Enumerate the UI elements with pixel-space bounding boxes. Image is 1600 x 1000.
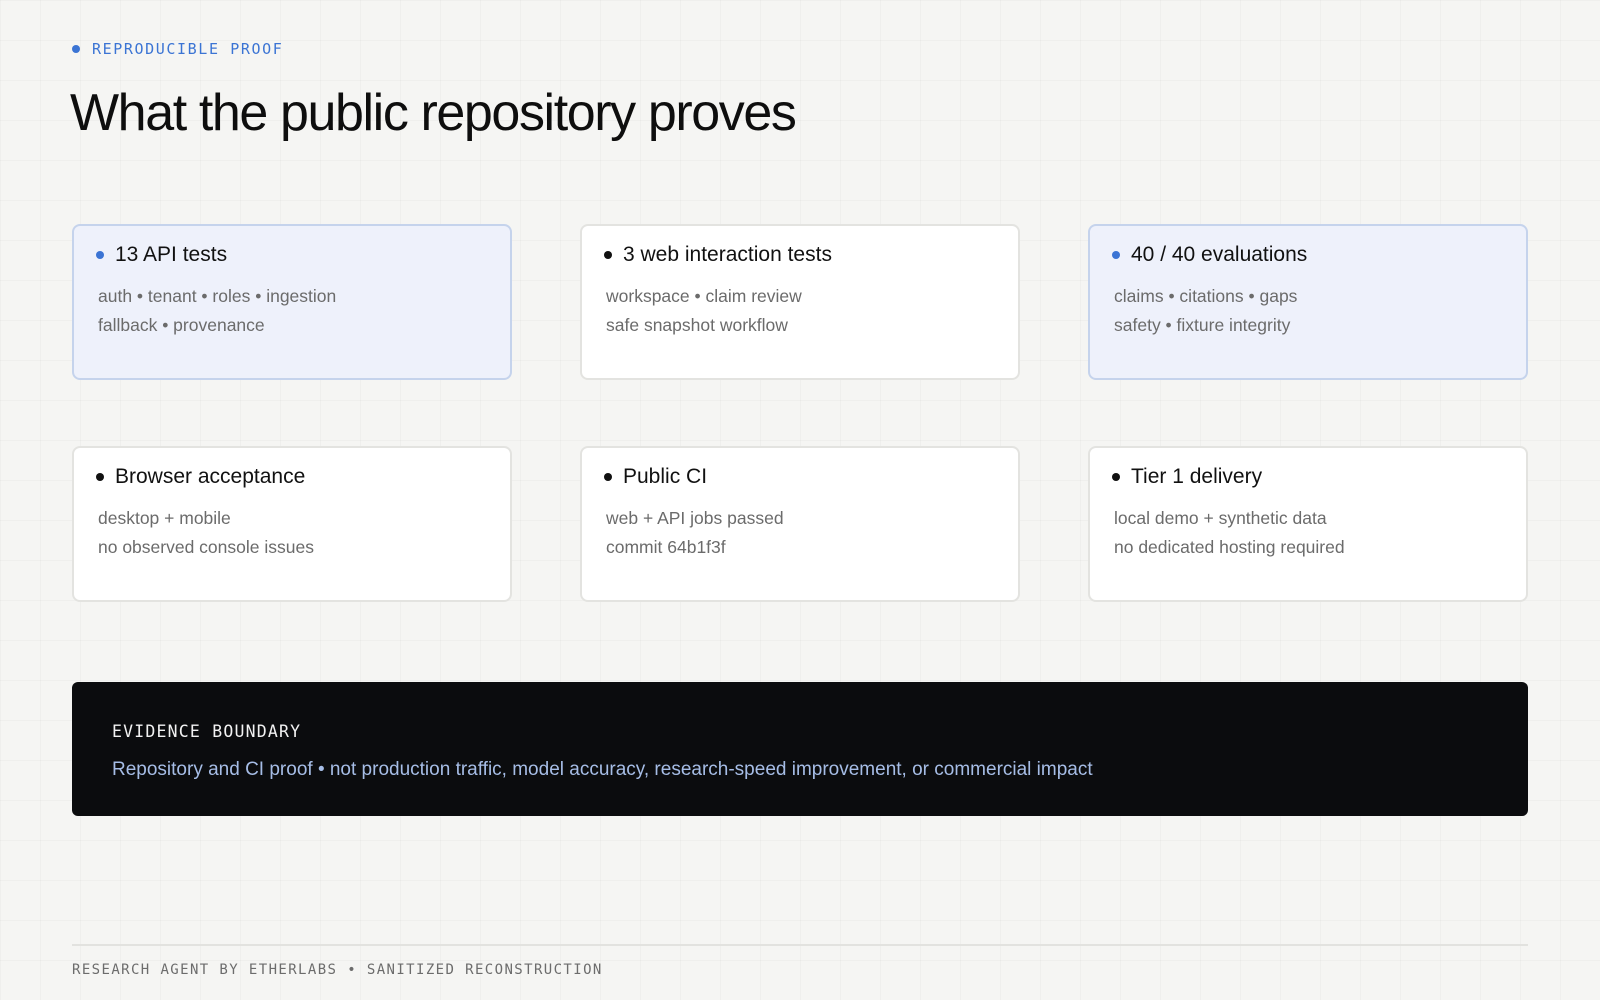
proof-card-detail: commit 64b1f3f [606, 537, 726, 557]
proof-card-detail: web + API jobs passed [606, 508, 784, 528]
eyebrow-label: REPRODUCIBLE PROOF [92, 40, 284, 58]
bullet-dot-icon [96, 251, 104, 259]
eyebrow-dot-icon [72, 45, 80, 53]
proof-card-title: 3 web interaction tests [623, 243, 832, 266]
proof-card-title: Tier 1 delivery [1131, 465, 1263, 488]
proof-card-detail: desktop + mobile [98, 508, 231, 528]
proof-card-title: 13 API tests [115, 243, 228, 266]
bullet-dot-icon [604, 473, 612, 481]
proof-card-details: auth • tenant • roles • ingestion fallba… [96, 282, 488, 340]
eyebrow: REPRODUCIBLE PROOF [72, 40, 283, 58]
proof-card-details: web + API jobs passed commit 64b1f3f [604, 504, 996, 562]
proof-card-detail: no dedicated hosting required [1114, 537, 1345, 557]
proof-card-detail: workspace • claim review [606, 286, 802, 306]
footer-divider [72, 944, 1528, 946]
bullet-dot-icon [96, 473, 104, 481]
proof-card-detail: claims • citations • gaps [1114, 286, 1298, 306]
proof-card-details: desktop + mobile no observed console iss… [96, 504, 488, 562]
proof-card-header: 13 API tests [96, 242, 488, 268]
proof-card: Browser acceptance desktop + mobile no o… [72, 446, 512, 602]
evidence-boundary-text: Repository and CI proof • not production… [112, 759, 1093, 780]
bullet-dot-icon [604, 251, 612, 259]
evidence-boundary-heading: EVIDENCE BOUNDARY [112, 722, 302, 741]
page-title: What the public repository proves [70, 84, 797, 142]
evidence-boundary-panel: EVIDENCE BOUNDARY Repository and CI proo… [72, 682, 1528, 816]
proof-card-details: claims • citations • gaps safety • fixtu… [1112, 282, 1504, 340]
proof-card: 40 / 40 evaluations claims • citations •… [1088, 224, 1528, 380]
proof-card: Public CI web + API jobs passed commit 6… [580, 446, 1020, 602]
proof-card-detail: fallback • provenance [98, 315, 265, 335]
proof-card-detail: safe snapshot workflow [606, 315, 788, 335]
proof-card-title: Public CI [623, 465, 708, 488]
proof-card-grid: 13 API tests auth • tenant • roles • ing… [72, 224, 1528, 602]
proof-card: 3 web interaction tests workspace • clai… [580, 224, 1020, 380]
proof-card-header: Public CI [604, 464, 996, 490]
proof-card-details: workspace • claim review safe snapshot w… [604, 282, 996, 340]
proof-card-title: 40 / 40 evaluations [1131, 243, 1308, 266]
proof-card-header: 3 web interaction tests [604, 242, 996, 268]
proof-card-header: Browser acceptance [96, 464, 488, 490]
proof-card-title: Browser acceptance [115, 465, 306, 488]
proof-card-header: 40 / 40 evaluations [1112, 242, 1504, 268]
proof-card-detail: auth • tenant • roles • ingestion [98, 286, 337, 306]
proof-card-header: Tier 1 delivery [1112, 464, 1504, 490]
proof-card: Tier 1 delivery local demo + synthetic d… [1088, 446, 1528, 602]
proof-card-details: local demo + synthetic data no dedicated… [1112, 504, 1504, 562]
footer-credit: RESEARCH AGENT BY ETHERLABS • SANITIZED … [72, 962, 603, 978]
bullet-dot-icon [1112, 473, 1120, 481]
proof-card-detail: no observed console issues [98, 537, 314, 557]
proof-card-detail: safety • fixture integrity [1114, 315, 1291, 335]
bullet-dot-icon [1112, 251, 1120, 259]
proof-card: 13 API tests auth • tenant • roles • ing… [72, 224, 512, 380]
proof-card-detail: local demo + synthetic data [1114, 508, 1327, 528]
